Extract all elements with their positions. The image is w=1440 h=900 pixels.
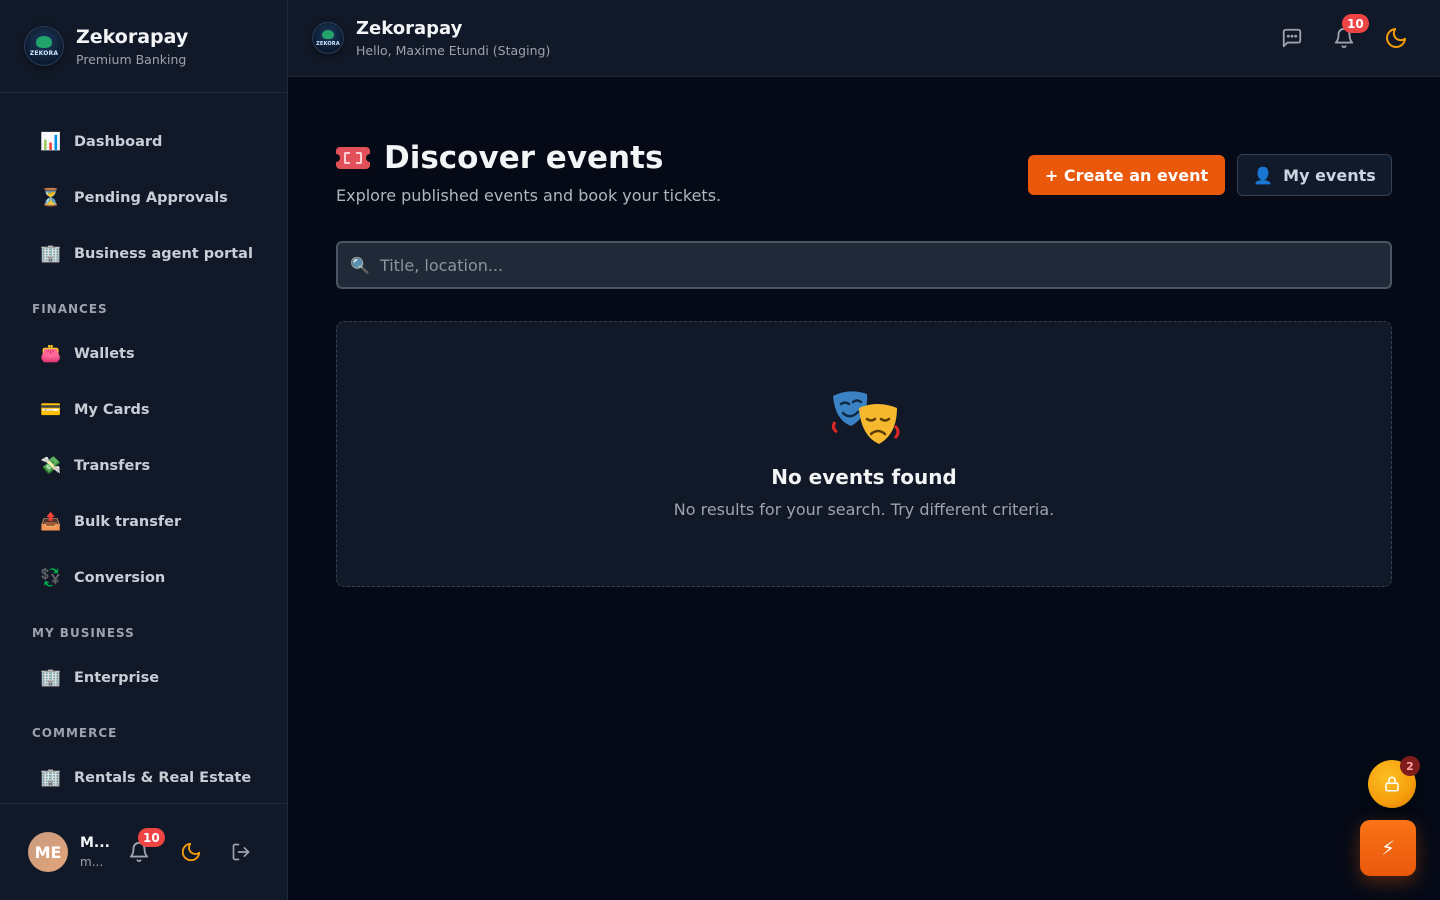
logout-button[interactable]: [227, 838, 255, 866]
page-subtitle: Explore published events and book your t…: [336, 186, 722, 205]
sidebar-item-label: Rentals & Real Estate: [74, 770, 252, 786]
header-theme-toggle[interactable]: [1382, 24, 1410, 52]
sidebar-item-business-agent-portal[interactable]: 🏢 Business agent portal: [24, 232, 264, 276]
sidebar-item-label: Bulk transfer: [74, 514, 182, 530]
sidebar-item-enterprise[interactable]: 🏢 Enterprise: [24, 656, 264, 700]
user-name: M...: [80, 835, 110, 851]
sidebar-item-bulk-transfer[interactable]: 📤 Bulk transfer: [24, 500, 264, 544]
section-commerce: COMMERCE: [32, 726, 118, 740]
sidebar-item-my-cards[interactable]: 💳 My Cards: [24, 388, 264, 432]
chat-icon: [1282, 28, 1302, 48]
lock-fab-button[interactable]: 2: [1368, 756, 1420, 808]
sidebar-item-label: Pending Approvals: [74, 190, 228, 206]
create-event-button[interactable]: + Create an event: [1028, 155, 1225, 195]
search-icon: 🔍: [350, 255, 370, 275]
sidebar-item-label: Transfers: [74, 458, 151, 474]
sidebar-item-pending-approvals[interactable]: ⏳ Pending Approvals: [24, 176, 264, 220]
header-title: Zekorapay: [356, 18, 463, 39]
currency-exchange-icon: 💱: [40, 568, 62, 588]
sidebar-item-label: Business agent portal: [74, 246, 253, 262]
search-bar: 🔍: [336, 241, 1392, 289]
money-wings-icon: 💸: [40, 456, 62, 476]
empty-state-message: No results for your search. Try differen…: [673, 500, 1055, 519]
header-greeting: Hello, Maxime Etundi (Staging): [356, 43, 551, 58]
lock-badge: 2: [1400, 756, 1420, 776]
notification-badge: 10: [138, 828, 165, 847]
user-icon: 👤: [1253, 165, 1274, 185]
purse-icon: 👛: [40, 344, 62, 364]
sidebar-item-label: My Cards: [74, 402, 150, 418]
search-input[interactable]: [379, 255, 1390, 275]
brand-tagline: Premium Banking: [76, 51, 187, 67]
sidebar-item-transfers[interactable]: 💸 Transfers: [24, 444, 264, 488]
sidebar-item-wallets[interactable]: 👛 Wallets: [24, 332, 264, 376]
sidebar-item-label: Enterprise: [74, 670, 160, 686]
chart-icon: 📊: [40, 132, 62, 152]
logo-text: ZEKORA: [316, 40, 340, 47]
avatar[interactable]: ME: [28, 832, 68, 872]
sidebar-item-dashboard[interactable]: 📊 Dashboard: [24, 120, 264, 164]
sidebar-item-label: Conversion: [74, 570, 166, 586]
section-my-business: MY BUSINESS: [32, 626, 135, 640]
my-events-button[interactable]: 👤 My events: [1237, 154, 1392, 196]
outbox-icon: 📤: [40, 512, 62, 532]
logout-icon: [232, 843, 250, 861]
my-events-label: My events: [1283, 165, 1376, 185]
credit-card-icon: 💳: [40, 400, 62, 420]
moon-icon: [1386, 28, 1406, 48]
sidebar-item-conversion[interactable]: 💱 Conversion: [24, 556, 264, 600]
user-email: m...: [80, 855, 104, 869]
top-header: ZEKORA Zekorapay Hello, Maxime Etundi (S…: [288, 0, 1440, 77]
sidebar-theme-toggle[interactable]: [177, 838, 205, 866]
sidebar-item-rentals-real-estate[interactable]: 🏢 Rentals & Real Estate: [24, 756, 264, 800]
building-icon: 🏢: [40, 768, 62, 788]
brand: ZEKORA Zekorapay Premium Banking: [0, 0, 287, 93]
messages-button[interactable]: [1278, 24, 1306, 52]
page-title: Discover events: [332, 140, 664, 176]
page-heading: Discover events: [384, 140, 664, 176]
brand-name: Zekorapay: [76, 25, 189, 48]
section-finances: FINANCES: [32, 302, 108, 316]
building-icon: 🏢: [40, 668, 62, 688]
performing-arts-masks-icon: [829, 386, 901, 450]
moon-icon: [181, 842, 201, 862]
hourglass-icon: ⏳: [40, 188, 62, 208]
logo-text: ZEKORA: [29, 49, 59, 57]
lock-icon: [1385, 776, 1399, 792]
empty-state: No events found No results for your sear…: [336, 321, 1392, 587]
building-icon: 🏢: [40, 244, 62, 264]
lightning-icon: ⚡: [1380, 836, 1396, 860]
empty-state-title: No events found: [771, 465, 957, 489]
header-notifications-button[interactable]: 10: [1330, 14, 1369, 52]
sidebar: ZEKORA Zekorapay Premium Banking 📊 Dashb…: [0, 0, 288, 900]
sidebar-item-label: Wallets: [74, 346, 135, 362]
header-logo: ZEKORA: [312, 22, 344, 54]
sidebar-item-label: Dashboard: [74, 134, 163, 150]
sidebar-footer: ME M... m... 10: [0, 803, 287, 900]
app-logo[interactable]: ZEKORA: [24, 26, 64, 66]
ticket-icon: [332, 147, 374, 169]
notification-badge: 10: [1342, 14, 1369, 33]
logo-leaf-icon: [322, 29, 334, 39]
sidebar-notifications-button[interactable]: 10: [125, 828, 165, 866]
quick-action-button[interactable]: ⚡: [1360, 820, 1416, 876]
logo-leaf-icon: [36, 35, 52, 48]
